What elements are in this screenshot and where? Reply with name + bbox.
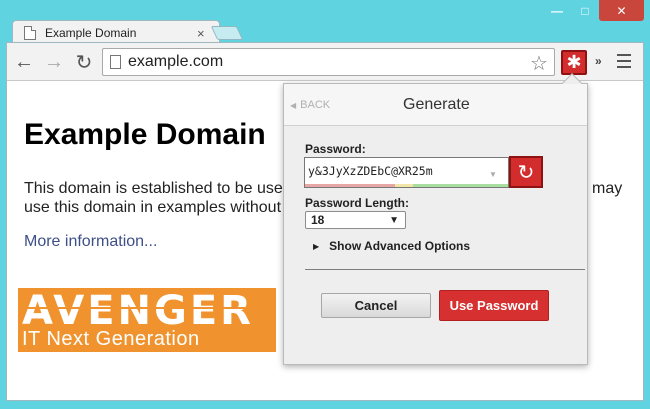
back-button[interactable]: ◀ BACK: [290, 99, 330, 111]
strength-segment-mid: [395, 184, 413, 187]
password-label: Password:: [305, 142, 366, 156]
page-title: Example Domain: [24, 118, 266, 151]
strength-segment-strong: [413, 184, 508, 187]
password-length-label: Password Length:: [305, 196, 410, 210]
back-arrow-icon[interactable]: ←: [13, 51, 35, 73]
password-value[interactable]: y&3JyXzZDEbC@XR25m: [308, 164, 433, 178]
regenerate-password-icon[interactable]: ↻: [509, 156, 543, 188]
back-triangle-icon: ◀: [290, 100, 297, 110]
reload-icon[interactable]: ↻: [73, 52, 95, 74]
tab-content: Example Domain: [24, 24, 136, 42]
cancel-button[interactable]: Cancel: [321, 293, 431, 318]
page-paragraph-line-2: use this domain in examples without p: [24, 199, 295, 216]
tab-title: Example Domain: [45, 26, 137, 40]
password-history-dropdown-icon[interactable]: ▼: [489, 170, 497, 179]
divider: [305, 269, 585, 270]
page-icon: [24, 26, 36, 40]
strength-segment-weak: [305, 184, 395, 187]
extensions-overflow-icon[interactable]: »: [595, 54, 602, 68]
menu-icon[interactable]: [617, 54, 631, 68]
password-length-value: 18: [311, 213, 325, 227]
password-strength-bar: [305, 184, 508, 187]
password-manager-extension-icon[interactable]: ✱: [561, 50, 587, 75]
page-paragraph-line-1-end: may: [592, 180, 623, 197]
page-paragraph-line-1: This domain is established to be used: [24, 180, 292, 197]
popup-title: Generate: [403, 96, 470, 113]
more-information-link[interactable]: More information...: [24, 233, 157, 251]
show-advanced-options-toggle[interactable]: ▶ Show Advanced Options: [313, 239, 470, 253]
chevron-down-icon: ▼: [389, 215, 399, 226]
window-controls: — □ ✕: [543, 0, 644, 21]
expand-triangle-icon: ▶: [313, 241, 320, 251]
minimize-button[interactable]: —: [543, 0, 571, 21]
back-label: BACK: [300, 99, 331, 111]
password-length-select[interactable]: 18 ▼: [305, 211, 406, 229]
page-icon: [110, 55, 121, 69]
logo-sub-text: IT Next Generation: [22, 328, 200, 350]
bookmark-star-icon[interactable]: ☆: [530, 51, 548, 76]
avenger-logo: AVENGER IT Next Generation: [18, 288, 276, 352]
advanced-options-label: Show Advanced Options: [329, 239, 471, 253]
forward-arrow-icon[interactable]: →: [43, 51, 65, 73]
use-password-button[interactable]: Use Password: [439, 290, 549, 321]
tab-close-icon[interactable]: ×: [197, 26, 205, 41]
address-bar-url[interactable]: example.com: [128, 53, 223, 71]
maximize-button[interactable]: □: [571, 0, 599, 21]
close-window-button[interactable]: ✕: [599, 0, 644, 21]
